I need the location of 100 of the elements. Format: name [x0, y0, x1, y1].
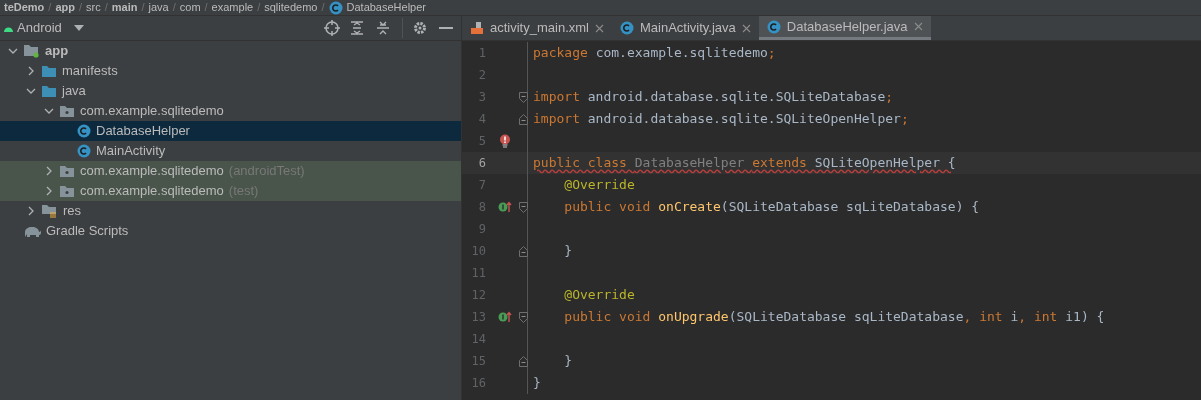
line-number: 2	[477, 67, 486, 84]
breadcrumb-separator: /	[172, 0, 176, 16]
line-number: 11	[470, 265, 486, 282]
tab-label: MainActivity.java	[639, 19, 736, 38]
class-icon	[619, 21, 634, 35]
line-number: 13	[470, 309, 486, 326]
caret-icon	[73, 25, 84, 31]
tree-label: java	[62, 82, 86, 101]
fold-icon[interactable]	[519, 201, 528, 213]
tree-item[interactable]: MainActivity	[0, 141, 461, 161]
line-number: 8	[477, 199, 486, 216]
folder-icon	[41, 64, 57, 78]
code-text: }	[563, 352, 573, 371]
close-icon[interactable]	[594, 23, 604, 33]
code-text: }	[532, 374, 541, 393]
breadcrumb-item[interactable]: com	[179, 0, 201, 16]
fold-icon[interactable]	[519, 91, 528, 103]
tree-label: manifests	[62, 62, 118, 81]
code-text: @Override	[563, 286, 635, 305]
breadcrumb-separator: /	[78, 0, 83, 16]
breadcrumb-item[interactable]: teDemo	[4, 0, 45, 16]
breadcrumb-item[interactable]: example	[211, 0, 254, 16]
code-text: public void onUpgrade(SQLiteDatabase sqLiteDatabase, int i, int i1) {	[563, 308, 1105, 327]
tree-label: com.example.sqlitedemo	[80, 162, 224, 181]
package-folder-icon	[59, 104, 75, 118]
minimize-icon[interactable]	[439, 26, 453, 30]
package-folder-icon	[59, 164, 75, 178]
tree-label: res	[63, 202, 82, 221]
tree-label: Gradle Scripts	[46, 222, 129, 241]
tree-label: MainActivity	[96, 142, 166, 161]
class-icon	[77, 144, 91, 158]
breadcrumb-separator: /	[321, 0, 325, 16]
tab-label: activity_main.xml	[490, 19, 589, 38]
chevron-right-icon[interactable]	[26, 66, 36, 76]
tree-item[interactable]: manifests	[0, 61, 461, 81]
code-text: import android.database.sqlite.SQLiteOpenHelper;	[532, 110, 909, 129]
breadcrumb-separator: /	[257, 0, 261, 16]
tree-item[interactable]: java	[0, 81, 461, 101]
breadcrumb-separator: /	[204, 0, 208, 16]
fold-icon[interactable]	[519, 311, 528, 323]
xml-file-icon	[470, 21, 484, 35]
collapse-all-icon[interactable]	[376, 21, 390, 35]
code-text: package com.example.sqlitedemo;	[532, 44, 776, 63]
editor-tab[interactable]: activity_main.xml	[462, 16, 612, 40]
line-number: 9	[477, 221, 486, 238]
error-bulb-icon[interactable]	[499, 134, 511, 148]
breadcrumb-item[interactable]: DatabaseHelper	[346, 0, 426, 16]
tree-item[interactable]: com.example.sqlitedemo	[0, 101, 461, 121]
line-number: 6	[477, 155, 486, 172]
expand-all-icon[interactable]	[350, 21, 364, 35]
code-text: public void onCreate(SQLiteDatabase sqLiteDatabase) {	[563, 198, 980, 217]
override-icon[interactable]	[498, 201, 512, 213]
breadcrumb-item[interactable]: app	[55, 0, 75, 16]
tree-label: app	[45, 42, 69, 61]
fold-end-icon[interactable]	[519, 355, 528, 367]
breadcrumb-separator: /	[48, 0, 52, 16]
override-icon[interactable]	[498, 311, 512, 323]
chevron-down-icon[interactable]	[8, 46, 18, 56]
close-icon[interactable]	[913, 22, 923, 31]
locate-icon[interactable]	[324, 20, 340, 36]
line-number: 1	[477, 45, 486, 62]
elephant-icon	[23, 224, 41, 238]
breadcrumb-item[interactable]: java	[148, 0, 169, 16]
class-icon	[77, 124, 91, 138]
tree-label: com.example.sqlitedemo	[80, 182, 224, 201]
class-icon	[328, 0, 343, 15]
editor-tab[interactable]: DatabaseHelper.java	[758, 16, 931, 40]
tree-label: DatabaseHelper	[96, 122, 190, 141]
breadcrumb-item[interactable]: sqlitedemo	[264, 0, 318, 16]
view-dropdown[interactable]: Android	[17, 18, 84, 38]
line-number: 15	[470, 353, 486, 370]
line-number: 14	[470, 331, 486, 348]
class-icon	[766, 19, 781, 34]
tree-item[interactable]: res	[0, 201, 461, 221]
breadcrumb-separator: /	[141, 0, 145, 16]
line-number: 10	[470, 243, 486, 260]
code-text: import android.database.sqlite.SQLiteDatabase;	[532, 88, 894, 107]
tree-label: com.example.sqlitedemo	[80, 102, 224, 121]
breadcrumb-item[interactable]: main	[111, 0, 138, 16]
code-text: public class DatabaseHelper extends SQLiteOpenHelper {	[532, 154, 956, 173]
line-number: 4	[477, 111, 486, 128]
settings-icon[interactable]	[413, 21, 427, 35]
fold-end-icon[interactable]	[519, 113, 528, 125]
line-number: 7	[477, 177, 486, 194]
line-number: 3	[477, 89, 486, 106]
editor-tab[interactable]: MainActivity.java	[611, 16, 759, 40]
tree-item[interactable]: DatabaseHelper	[0, 121, 461, 141]
line-number: 5	[477, 133, 486, 150]
breadcrumb-item[interactable]: src	[86, 0, 101, 16]
tree-item[interactable]: app	[0, 41, 461, 61]
breadcrumb-separator: /	[104, 0, 108, 16]
line-number: 12	[470, 287, 486, 304]
code-text: }	[563, 242, 573, 261]
line-number: 16	[470, 375, 486, 392]
code-text: @Override	[563, 176, 635, 195]
tab-label: DatabaseHelper.java	[786, 17, 908, 36]
fold-end-icon[interactable]	[519, 245, 528, 257]
close-icon[interactable]	[741, 23, 751, 33]
tree-item[interactable]: Gradle Scripts	[0, 221, 461, 241]
folder-icon	[41, 84, 57, 98]
